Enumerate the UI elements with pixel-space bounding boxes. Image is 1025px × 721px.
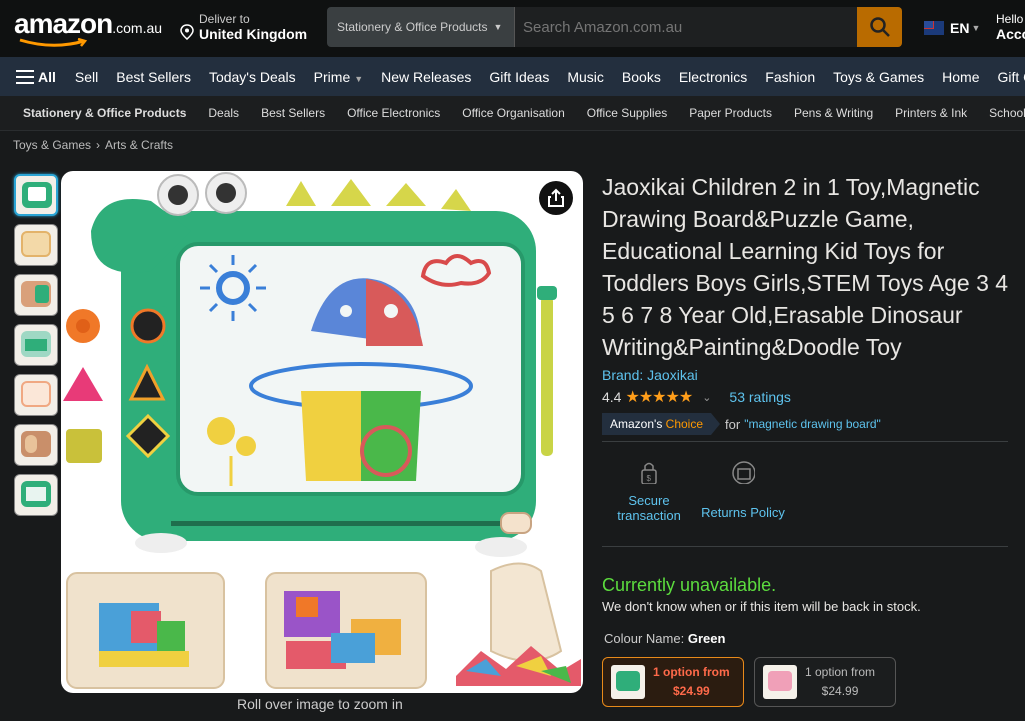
nav-item-sell[interactable]: Sell — [66, 69, 107, 85]
thumbnail-1[interactable] — [14, 174, 58, 216]
colour-label: Colour Name: Green — [604, 631, 726, 646]
nav-item-fashion[interactable]: Fashion — [756, 69, 824, 85]
zoom-hint: Roll over image to zoom in — [237, 696, 403, 712]
swatch-image — [763, 665, 797, 699]
nav-item-best-sellers[interactable]: Best Sellers — [107, 69, 200, 85]
australia-flag-icon — [924, 21, 944, 35]
colour-option-green[interactable]: 1 option from $24.99 — [602, 657, 744, 707]
top-header: amazon.com.au Deliver to United Kingdom … — [0, 0, 1025, 57]
hamburger-icon — [16, 69, 34, 84]
thumbnail-2[interactable] — [14, 224, 58, 266]
breadcrumb-item[interactable]: Arts & Crafts — [105, 138, 173, 152]
brand-link[interactable]: Brand: Jaoxikai — [602, 367, 1012, 383]
search-bar: Stationery & Office Products ▼ — [327, 7, 902, 47]
nav-item-books[interactable]: Books — [613, 69, 670, 85]
all-menu-button[interactable]: All — [0, 69, 66, 85]
share-icon — [548, 188, 564, 207]
account-menu[interactable]: Hello Acco — [996, 12, 1025, 42]
subnav-item-deals[interactable]: Deals — [197, 106, 250, 120]
subnav-item-office-electronics[interactable]: Office Electronics — [336, 106, 451, 120]
search-icon — [869, 17, 890, 37]
subnav-item-pens-writing[interactable]: Pens & Writing — [783, 106, 884, 120]
caret-down-icon: ▼ — [354, 73, 364, 84]
nav-item-prime[interactable]: Prime ▼ — [305, 69, 372, 85]
returns-policy[interactable]: Returns Policy — [697, 460, 789, 520]
search-input[interactable] — [515, 7, 857, 47]
subnav-item-stationery[interactable]: Stationery & Office Products — [0, 106, 197, 120]
ratings-count-link[interactable]: 53 ratings — [729, 389, 790, 405]
subnav-item-paper-products[interactable]: Paper Products — [678, 106, 783, 120]
star-rating-icon[interactable]: ★★★★★ — [625, 387, 693, 407]
nav-item-todays-deals[interactable]: Today's Deals — [200, 69, 305, 85]
lock-icon: $ — [641, 462, 657, 485]
divider — [602, 546, 1008, 547]
breadcrumb-separator: › — [96, 138, 101, 152]
subnav-item-office-supplies[interactable]: Office Supplies — [576, 106, 679, 120]
nav-item-new-releases[interactable]: New Releases — [372, 69, 480, 85]
image-thumbnails — [14, 174, 58, 524]
colour-option-pink[interactable]: 1 option from $24.99 — [754, 657, 896, 707]
main-nav: All Sell Best Sellers Today's Deals Prim… — [0, 57, 1025, 96]
amazons-choice-badge: Amazon's Choice — [602, 413, 721, 435]
choice-query-link[interactable]: "magnetic drawing board" — [744, 417, 881, 431]
chevron-down-icon[interactable]: ⌄ — [702, 391, 711, 404]
divider — [602, 441, 1008, 442]
stock-note: We don't know when or if this item will … — [602, 599, 921, 614]
svg-text:$: $ — [647, 474, 652, 483]
main-product-image[interactable] — [61, 171, 583, 693]
category-subnav: Stationery & Office Products Deals Best … — [0, 96, 1025, 131]
product-details: Jaoxikai Children 2 in 1 Toy,Magnetic Dr… — [602, 171, 1012, 435]
smile-icon — [19, 38, 88, 47]
rating-summary: 4.4 ★★★★★ ⌄ 53 ratings — [602, 387, 1012, 407]
returns-box-icon — [732, 461, 756, 485]
amazons-choice: Amazon's Choice for "magnetic drawing bo… — [602, 413, 1012, 435]
secure-transaction[interactable]: $ Secure transaction — [614, 460, 684, 523]
caret-down-icon: ▼ — [493, 22, 503, 32]
nav-item-toys-games[interactable]: Toys & Games — [824, 69, 933, 85]
nav-item-gift-ideas[interactable]: Gift Ideas — [480, 69, 558, 85]
nav-item-home[interactable]: Home — [933, 69, 988, 85]
nav-item-electronics[interactable]: Electronics — [670, 69, 756, 85]
product-image-graphic — [63, 172, 581, 689]
subnav-item-best-sellers[interactable]: Best Sellers — [250, 106, 336, 120]
subnav-item-printers-ink[interactable]: Printers & Ink — [884, 106, 978, 120]
thumbnail-4[interactable] — [14, 324, 58, 366]
rating-value: 4.4 — [602, 389, 622, 405]
caret-down-icon: ▼ — [971, 23, 981, 33]
thumbnail-7[interactable] — [14, 474, 58, 516]
nav-item-gift-cards[interactable]: Gift C — [989, 69, 1025, 85]
product-title: Jaoxikai Children 2 in 1 Toy,Magnetic Dr… — [602, 174, 1009, 360]
availability-status: Currently unavailable. — [602, 575, 777, 595]
breadcrumb: Toys & Games › Arts & Crafts — [13, 138, 173, 152]
search-button[interactable] — [857, 7, 902, 47]
breadcrumb-item[interactable]: Toys & Games — [13, 138, 91, 152]
nav-item-music[interactable]: Music — [558, 69, 613, 85]
search-category-select[interactable]: Stationery & Office Products ▼ — [327, 7, 515, 47]
thumbnail-6[interactable] — [14, 424, 58, 466]
deliver-to[interactable]: Deliver to United Kingdom — [180, 12, 307, 42]
share-button[interactable] — [539, 181, 573, 215]
language-selector[interactable]: EN ▼ — [924, 20, 980, 36]
thumbnail-5[interactable] — [14, 374, 58, 416]
thumbnail-3[interactable] — [14, 274, 58, 316]
amazon-logo[interactable]: amazon.com.au — [14, 8, 164, 48]
location-pin-icon — [180, 24, 194, 40]
subnav-item-office-organisation[interactable]: Office Organisation — [451, 106, 576, 120]
swatch-image — [611, 665, 645, 699]
subnav-item-school[interactable]: School — [978, 106, 1025, 120]
